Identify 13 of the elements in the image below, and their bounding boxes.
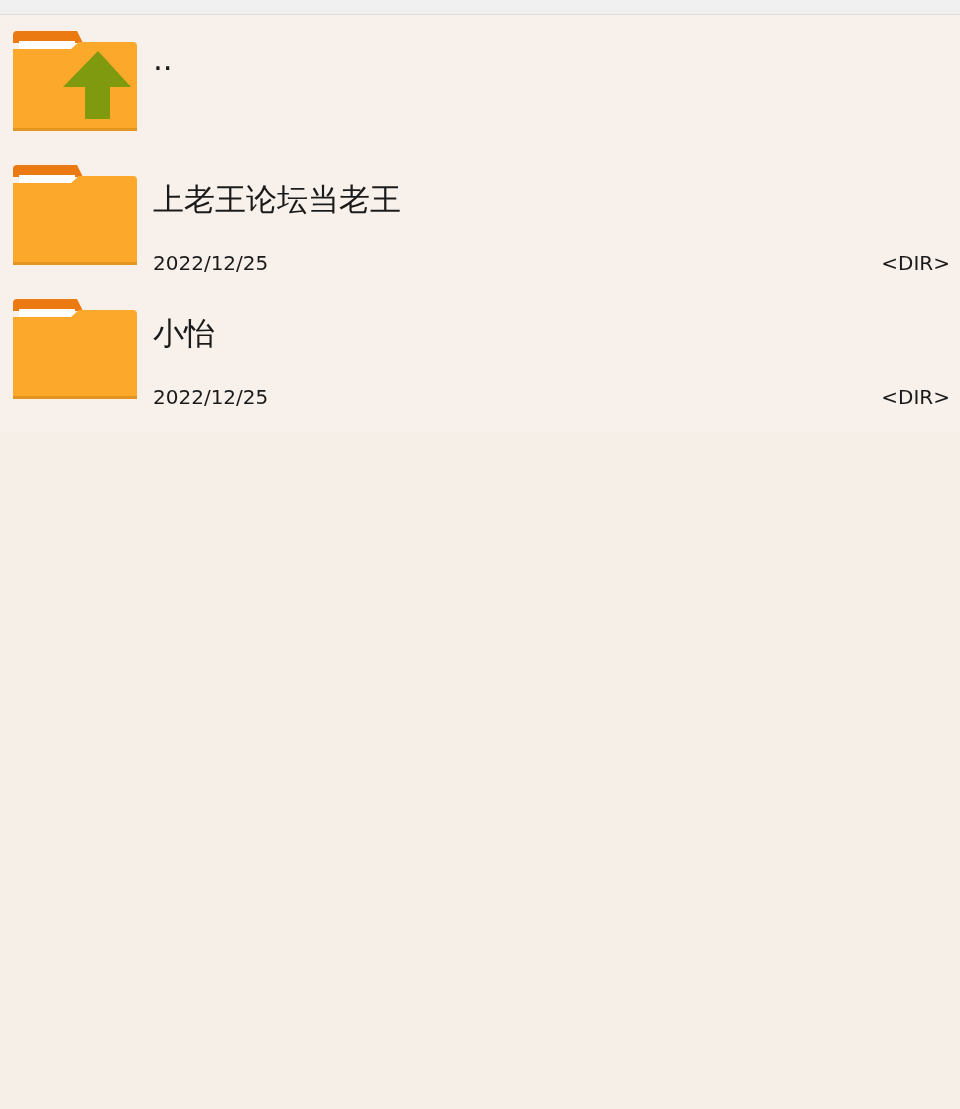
parent-directory-item[interactable]: .. <box>0 21 960 155</box>
folder-item[interactable]: 上老王论坛当老王 2022/12/25 <DIR> <box>0 155 960 289</box>
file-name: 上老王论坛当老王 <box>153 180 401 219</box>
file-size: <DIR> <box>881 251 950 275</box>
file-name: 小怡 <box>153 314 215 353</box>
file-date: 2022/12/25 <box>153 251 269 275</box>
file-name: .. <box>153 41 173 77</box>
folder-icon <box>13 299 137 400</box>
parent-folder-icon <box>13 31 137 132</box>
file-date: 2022/12/25 <box>153 385 269 409</box>
folder-icon <box>13 165 137 266</box>
file-size: <DIR> <box>881 385 950 409</box>
folder-item[interactable]: 小怡 2022/12/25 <DIR> <box>0 289 960 423</box>
